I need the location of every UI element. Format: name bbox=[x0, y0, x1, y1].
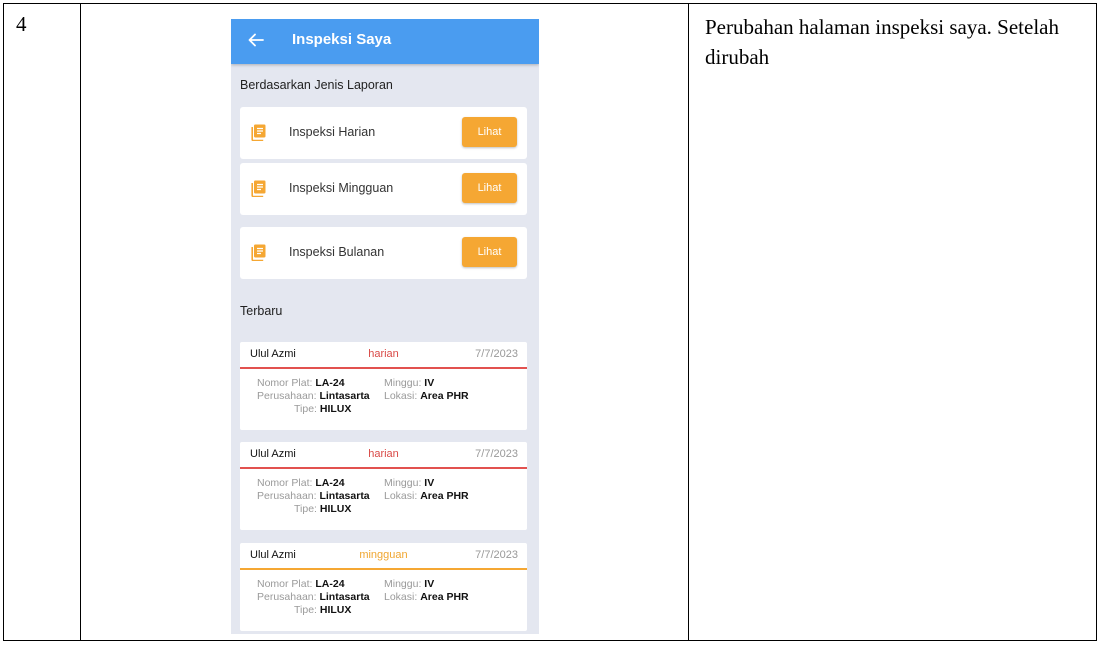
view-bulanan-button[interactable]: Lihat bbox=[462, 237, 517, 267]
plate-label: Nomor Plat: bbox=[257, 477, 313, 489]
recent-inspection-card[interactable]: Ulul Azmi harian 7/7/2023 Nomor Plat: LA… bbox=[240, 342, 527, 430]
recent-card-header: Ulul Azmi harian 7/7/2023 bbox=[240, 442, 527, 466]
view-mingguan-button[interactable]: Lihat bbox=[462, 173, 517, 203]
report-type-label: Inspeksi Mingguan bbox=[289, 181, 394, 195]
plate-value: LA-24 bbox=[315, 377, 345, 389]
week-value: IV bbox=[424, 477, 435, 489]
report-type-card: Inspeksi Harian Lihat bbox=[240, 107, 527, 159]
vehicle-type-label: Tipe: bbox=[294, 604, 317, 616]
plate-value: LA-24 bbox=[315, 578, 345, 590]
document-list-icon bbox=[251, 124, 266, 141]
location-label: Lokasi: bbox=[384, 591, 418, 603]
document-table: 4 Perubahan halaman inspeksi saya. Setel… bbox=[3, 3, 1097, 641]
company-value: Lintasarta bbox=[319, 490, 370, 502]
vehicle-type-value: HILUX bbox=[319, 503, 352, 515]
week-value: IV bbox=[424, 377, 435, 389]
week-value: IV bbox=[424, 578, 435, 590]
plate-label: Nomor Plat: bbox=[257, 377, 313, 389]
inspection-date: 7/7/2023 bbox=[475, 348, 518, 360]
app-screenshot: Inspeksi Saya Berdasarkan Jenis Laporan … bbox=[231, 19, 539, 634]
vehicle-type-label: Tipe: bbox=[294, 403, 317, 415]
plate-label: Nomor Plat: bbox=[257, 578, 313, 590]
inspection-date: 7/7/2023 bbox=[475, 448, 518, 460]
report-type-label: Inspeksi Harian bbox=[289, 125, 376, 139]
view-harian-button[interactable]: Lihat bbox=[462, 117, 517, 147]
report-type-card: Inspeksi Mingguan Lihat bbox=[240, 163, 527, 215]
company-label: Perusahaan: bbox=[257, 591, 317, 603]
kind-divider bbox=[240, 568, 527, 570]
plate-value: LA-24 bbox=[315, 477, 345, 489]
vehicle-type-value: HILUX bbox=[319, 604, 352, 616]
section-title-types: Berdasarkan Jenis Laporan bbox=[240, 78, 393, 92]
report-type-card: Inspeksi Bulanan Lihat bbox=[240, 227, 527, 279]
report-type-label: Inspeksi Bulanan bbox=[289, 245, 385, 259]
recent-inspection-card[interactable]: Ulul Azmi harian 7/7/2023 Nomor Plat: LA… bbox=[240, 442, 527, 530]
location-value: Area PHR bbox=[420, 490, 469, 502]
week-label: Minggu: bbox=[384, 477, 422, 489]
arrow-left-icon[interactable] bbox=[247, 31, 265, 49]
location-value: Area PHR bbox=[420, 390, 469, 402]
inspection-date: 7/7/2023 bbox=[475, 549, 518, 561]
column-divider bbox=[80, 4, 81, 640]
company-label: Perusahaan: bbox=[257, 390, 317, 402]
section-title-recent: Terbaru bbox=[240, 304, 283, 318]
row-number: 4 bbox=[16, 12, 27, 36]
app-bar: Inspeksi Saya bbox=[231, 19, 539, 64]
page-title: Inspeksi Saya bbox=[292, 31, 392, 48]
week-label: Minggu: bbox=[384, 377, 422, 389]
recent-inspection-card[interactable]: Ulul Azmi mingguan 7/7/2023 Nomor Plat: … bbox=[240, 543, 527, 631]
company-label: Perusahaan: bbox=[257, 490, 317, 502]
document-list-icon bbox=[251, 244, 266, 261]
week-label: Minggu: bbox=[384, 578, 422, 590]
kind-divider bbox=[240, 367, 527, 369]
document-list-icon bbox=[251, 180, 266, 197]
location-label: Lokasi: bbox=[384, 390, 418, 402]
location-label: Lokasi: bbox=[384, 490, 418, 502]
kind-divider bbox=[240, 467, 527, 469]
recent-card-header: Ulul Azmi mingguan 7/7/2023 bbox=[240, 543, 527, 567]
recent-card-header: Ulul Azmi harian 7/7/2023 bbox=[240, 342, 527, 366]
column-divider bbox=[688, 4, 689, 640]
vehicle-type-value: HILUX bbox=[319, 403, 352, 415]
row-description: Perubahan halaman inspeksi saya. Setelah… bbox=[705, 15, 1059, 69]
company-value: Lintasarta bbox=[319, 390, 370, 402]
location-value: Area PHR bbox=[420, 591, 469, 603]
company-value: Lintasarta bbox=[319, 591, 370, 603]
vehicle-type-label: Tipe: bbox=[294, 503, 317, 515]
